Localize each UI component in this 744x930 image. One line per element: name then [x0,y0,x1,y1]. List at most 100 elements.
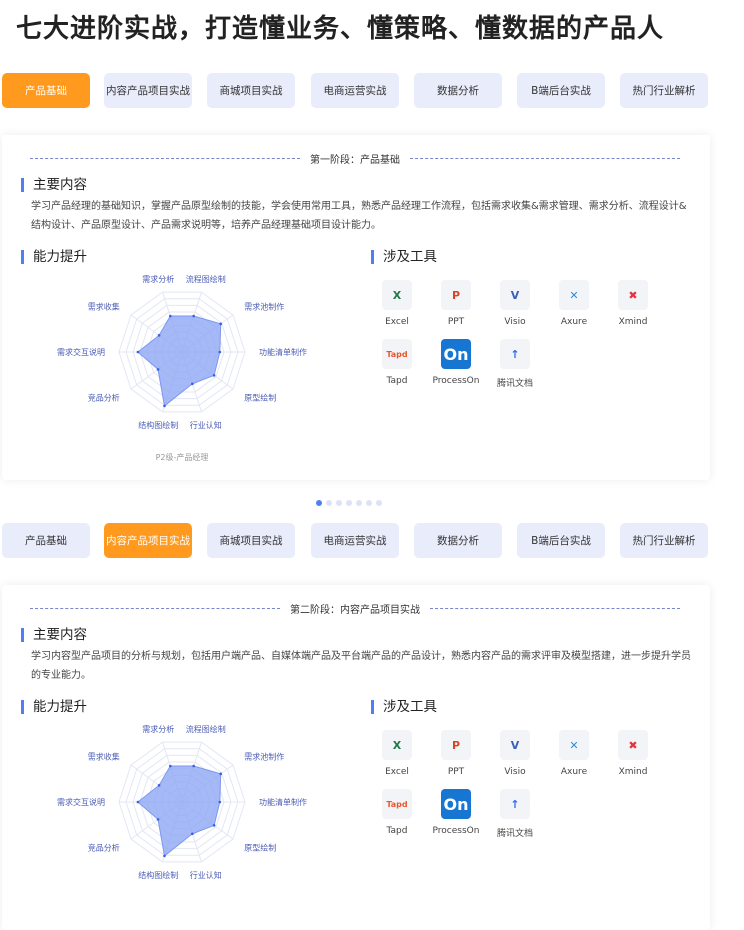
tab-5[interactable]: B端后台实战 [517,523,605,558]
radar-axis-label: 竞品分析 [88,842,120,852]
content-heading: 主要内容 [21,628,87,642]
tool-腾讯文档: ↑ 腾讯文档 [486,339,544,389]
stage-card: 第一阶段：产品基础 主要内容 学习产品经理的基础知识，掌握产品原型绘制的技能，学会使… [2,135,710,480]
tool-label: 腾讯文档 [496,379,533,389]
ability-heading: 能力提升 [21,700,87,714]
radar-point [156,368,160,371]
tool-label: Visio [504,767,526,777]
tab-1[interactable]: 内容产品项目实战 [104,523,192,558]
radar-chart: 需求分析 流程图绘制需求池制作功能清单制作原型绘制行业认知 结构图绘制 竞品分析 需求交… [57,724,307,880]
tool-label: Excel [385,317,409,327]
radar-point [191,382,194,386]
tab-5[interactable]: B端后台实战 [517,73,605,108]
tab-6[interactable]: 热门行业解析 [620,73,708,108]
tencent-docs-icon: ↑ [500,339,530,369]
carousel-dot-0[interactable] [316,500,322,506]
content-description: 学习产品经理的基础知识，掌握产品原型绘制的技能，学会使用常用工具，熟悉产品经理工… [31,201,687,231]
radar-axis-label: 结构图绘制 [138,870,178,880]
tool-label: Xmind [618,767,648,777]
tab-3[interactable]: 电商运营实战 [311,523,399,558]
radar-point [192,314,195,318]
divider-line [430,607,680,609]
carousel-dot-1[interactable] [326,500,332,506]
radar-axis-label: 需求池制作 [244,302,284,312]
tool-ppt: P PPT [427,730,485,777]
tool-axure: ✕ Axure [545,730,603,777]
radar-point [156,818,160,821]
tab-2[interactable]: 商城项目实战 [207,73,295,108]
visio-icon: V [500,730,530,760]
radar-chart: 需求分析 流程图绘制需求池制作功能清单制作原型绘制行业认知 结构图绘制 竞品分析 需求交… [57,274,307,462]
content-description: 学习内容型产品项目的分析与规划，包括用户端产品、自媒体端产品及平台端产品的产品设… [31,651,691,681]
tool-label: Visio [504,317,526,327]
tools-heading: 涉及工具 [371,700,437,714]
tool-excel: X Excel [368,280,426,327]
radar-axis-label: 原型绘制 [244,842,276,852]
carousel-dot-2[interactable] [336,500,342,506]
tool-xmind: ✖ Xmind [604,730,662,777]
tab-1[interactable]: 内容产品项目实战 [104,73,192,108]
tab-bar: 产品基础 内容产品项目实战 商城项目实战 电商运营实战 数据分析 B端后台实战 热门行业解析 [2,523,714,558]
tapd-icon: Tapd [382,789,412,819]
tab-0[interactable]: 产品基础 [2,523,90,558]
radar-axis-label: 流程图绘制 [186,274,226,284]
radar-axis-label: 需求收集 [88,302,120,312]
tapd-icon: Tapd [382,339,412,369]
tool-label: Axure [560,767,588,777]
tab-6[interactable]: 热门行业解析 [620,523,708,558]
visio-icon: V [500,280,530,310]
radar-axis-label: 结构图绘制 [138,420,178,430]
powerpoint-icon: P [441,280,471,310]
tool-label: 腾讯文档 [496,829,533,839]
stage-title: 第一阶段：产品基础 [310,154,400,166]
carousel-dot-5[interactable] [366,500,372,506]
excel-icon: X [382,730,412,760]
tools-heading: 涉及工具 [371,250,437,264]
radar-axis-label: 功能清单制作 [259,347,307,357]
tool-label: Tapd [386,376,408,386]
xmind-icon: ✖ [618,730,648,760]
radar-point [218,800,222,804]
carousel-dot-6[interactable] [376,500,382,506]
tool-label: Xmind [618,317,648,327]
radar-point [212,824,216,827]
tab-3[interactable]: 电商运营实战 [311,73,399,108]
tab-2[interactable]: 商城项目实战 [207,523,295,558]
tool-label: ProcessOn [432,826,480,836]
divider-line [410,157,680,159]
excel-icon: X [382,280,412,310]
radar-point [169,314,172,318]
radar-point [192,764,195,768]
carousel-dots [316,500,382,506]
axure-icon: ✕ [559,730,589,760]
tool-excel: X Excel [368,730,426,777]
processon-icon: On [441,789,471,819]
stage-divider: 第一阶段：产品基础 [30,151,680,166]
radar-axis-label: 需求交互说明 [57,797,105,807]
radar-axis-label: 流程图绘制 [186,724,226,734]
tool-腾讯文档: ↑ 腾讯文档 [486,789,544,839]
processon-icon: On [441,339,471,369]
tab-4[interactable]: 数据分析 [414,523,502,558]
stage-card: 第二阶段：内容产品项目实战主要内容学习内容型产品项目的分析与规划，包括用户端产品… [2,585,710,930]
tool-xmind: ✖ Xmind [604,280,662,327]
tool-label: Excel [385,767,409,777]
radar-point [212,374,216,377]
tab-4[interactable]: 数据分析 [414,73,502,108]
carousel-dot-4[interactable] [356,500,362,506]
tencent-docs-icon: ↑ [500,789,530,819]
stage-divider: 第二阶段：内容产品项目实战 [30,601,680,616]
carousel-dot-3[interactable] [346,500,352,506]
tab-0[interactable]: 产品基础 [2,73,90,108]
tool-processon: On ProcessOn [427,339,485,386]
radar-axis-label: 需求交互说明 [57,347,105,357]
radar-point [157,334,161,337]
tool-label: PPT [447,317,465,327]
radar-axis-label: 行业认知 [190,870,222,880]
radar-axis-label: 行业认知 [190,420,222,430]
radar-point [163,854,166,858]
radar-axis-label: 功能清单制作 [259,797,307,807]
tool-label: PPT [447,767,465,777]
tool-processon: On ProcessOn [427,789,485,836]
radar-axis-label: 需求分析 [142,274,174,284]
